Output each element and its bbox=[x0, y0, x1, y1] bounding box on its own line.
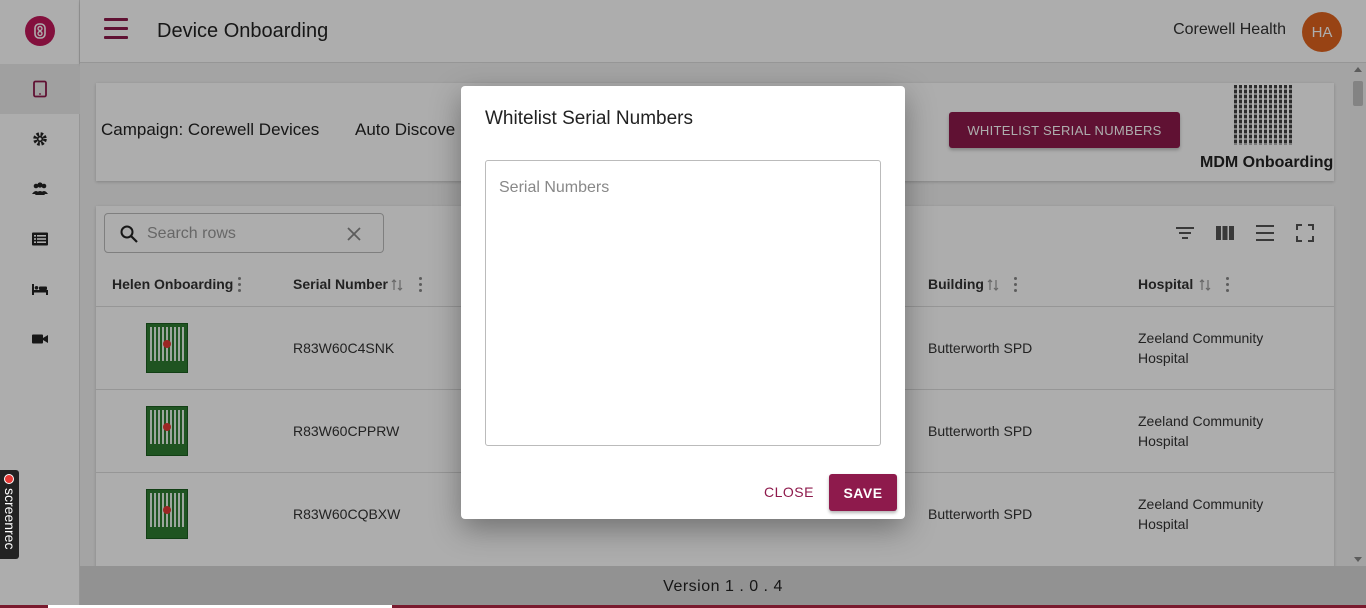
save-button[interactable]: SAVE bbox=[829, 474, 897, 511]
close-button[interactable]: CLOSE bbox=[759, 476, 819, 508]
whitelist-dialog: Whitelist Serial Numbers CLOSE SAVE bbox=[461, 86, 905, 519]
screenrec-badge[interactable]: screenrec bbox=[0, 470, 19, 559]
serial-numbers-textarea[interactable] bbox=[485, 160, 881, 446]
record-icon bbox=[4, 474, 14, 484]
screenrec-label: screenrec bbox=[2, 488, 18, 550]
dialog-title: Whitelist Serial Numbers bbox=[485, 108, 693, 129]
